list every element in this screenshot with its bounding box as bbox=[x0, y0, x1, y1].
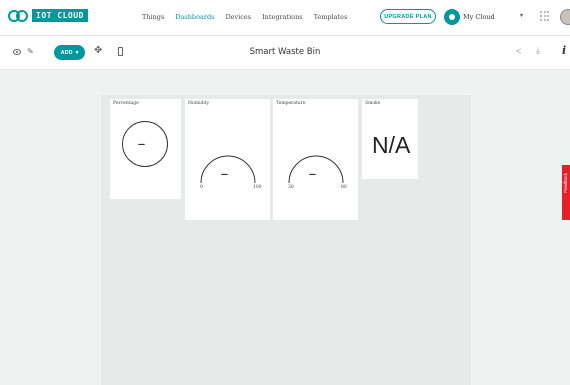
main-nav: Things Dashboards Devices Integrations T… bbox=[142, 13, 347, 21]
widget-smoke[interactable]: Smoke N/A bbox=[362, 99, 418, 179]
account-selector-label[interactable]: My Cloud bbox=[463, 13, 495, 21]
info-icon[interactable]: i bbox=[562, 44, 566, 57]
gauge-min-label: 0 bbox=[200, 185, 203, 190]
brand-label: IOT CLOUD bbox=[32, 9, 88, 22]
share-icon[interactable]: < bbox=[516, 46, 521, 56]
top-nav-bar: IOT CLOUD Things Dashboards Devices Inte… bbox=[0, 0, 570, 36]
widget-value: N/A bbox=[372, 132, 411, 158]
gauge-min-label: 30 bbox=[288, 185, 294, 190]
feedback-tab[interactable]: Feedback bbox=[562, 165, 570, 220]
chevron-down-icon[interactable]: ▾ bbox=[520, 12, 523, 19]
widget-humidity[interactable]: Humidity --- 0 100 bbox=[185, 99, 270, 220]
download-icon[interactable]: ⤓ bbox=[536, 45, 540, 56]
widget-title: Humidity bbox=[188, 101, 210, 106]
brand-logo[interactable]: IOT CLOUD bbox=[8, 9, 88, 22]
gauge-max-label: 80 bbox=[341, 185, 347, 190]
upgrade-plan-button[interactable]: UPGRADE PLAN bbox=[380, 9, 436, 24]
humidity-gauge-arc bbox=[200, 155, 256, 184]
dashboard-toolbar: ✎ ADD ▾ ✥ Smart Waste Bin < ⤓ i bbox=[0, 36, 570, 70]
nav-templates[interactable]: Templates bbox=[314, 13, 348, 21]
user-avatar[interactable] bbox=[560, 9, 570, 25]
dashboard-title: Smart Waste Bin bbox=[249, 47, 321, 57]
cloud-space-icon bbox=[444, 9, 460, 25]
infinity-logo-icon bbox=[8, 9, 28, 22]
widget-temperature[interactable]: Temperature --- 30 80 bbox=[273, 99, 358, 220]
widget-percentage[interactable]: Percentage --- bbox=[110, 99, 181, 199]
percentage-gauge bbox=[122, 121, 168, 167]
feedback-label: Feedback bbox=[563, 173, 568, 193]
temperature-gauge-arc bbox=[288, 155, 344, 184]
apps-grid-icon[interactable] bbox=[540, 11, 550, 21]
widget-title: Smoke bbox=[365, 101, 381, 106]
nav-devices[interactable]: Devices bbox=[225, 13, 251, 21]
widget-title: Temperature bbox=[276, 101, 306, 106]
nav-integrations[interactable]: Integrations bbox=[262, 13, 302, 21]
nav-dashboards[interactable]: Dashboards bbox=[175, 13, 214, 21]
widget-title: Percentage bbox=[113, 101, 139, 106]
widget-value: --- bbox=[221, 169, 228, 179]
widget-value: --- bbox=[309, 169, 316, 179]
widget-value: --- bbox=[138, 139, 145, 149]
nav-things[interactable]: Things bbox=[142, 13, 164, 21]
gauge-max-label: 100 bbox=[253, 185, 262, 190]
